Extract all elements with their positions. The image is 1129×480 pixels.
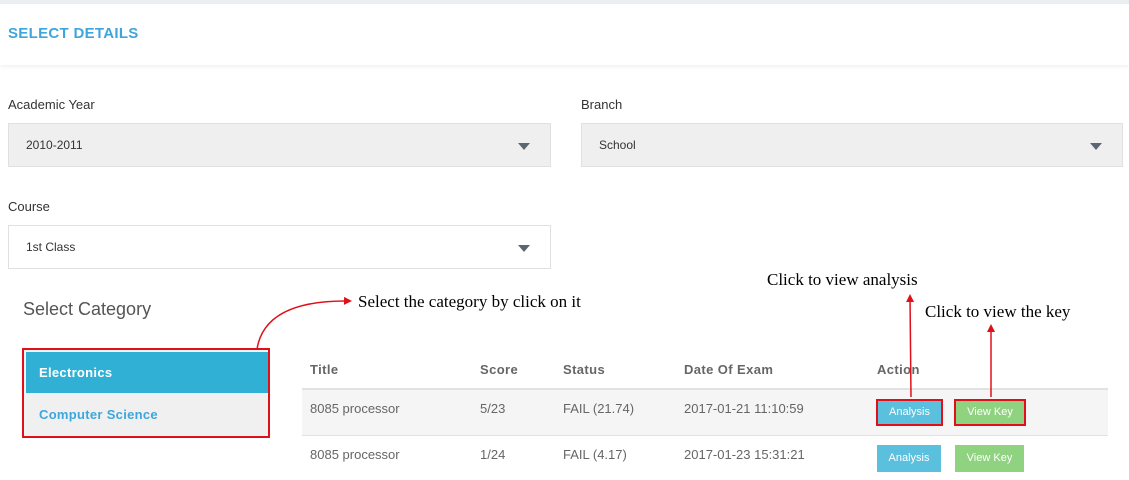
view-key-button[interactable]: View Key (954, 399, 1026, 426)
cell-score: 1/24 (480, 447, 506, 462)
academic-year-value: 2010-2011 (26, 138, 83, 152)
cell-title: 8085 processor (310, 447, 400, 462)
category-list: Electronics Computer Science (22, 348, 270, 438)
category-item-electronics[interactable]: Electronics (26, 352, 268, 393)
category-item-computer-science[interactable]: Computer Science (26, 394, 268, 435)
category-title: Select Category (23, 299, 152, 319)
annotation-key: Click to view the key (925, 302, 1071, 321)
table-row: 8085 processor 1/24 FAIL (4.17) 2017-01-… (302, 435, 1108, 480)
analysis-button[interactable]: Analysis (876, 399, 943, 426)
course-label: Course (8, 199, 50, 214)
column-header-action: Action (877, 362, 920, 377)
cell-score: 5/23 (480, 401, 506, 416)
page-title: SELECT DETAILS (8, 25, 139, 42)
cell-date: 2017-01-23 15:31:21 (684, 447, 805, 462)
annotation-analysis: Click to view analysis (767, 270, 918, 289)
academic-year-label: Academic Year (8, 97, 95, 112)
course-select[interactable]: 1st Class (8, 225, 551, 269)
branch-value: School (599, 138, 636, 152)
column-header-date: Date Of Exam (684, 362, 774, 377)
branch-select[interactable]: School (581, 123, 1123, 167)
arrow-to-analysis-annotation (906, 294, 915, 398)
column-header-score: Score (480, 362, 519, 377)
column-header-title: Title (310, 362, 339, 377)
annotation-category: Select the category by click on it (358, 292, 581, 311)
chevron-down-icon (518, 143, 530, 150)
view-key-button[interactable]: View Key (955, 445, 1024, 472)
page-header: SELECT DETAILS (0, 4, 1129, 65)
chevron-down-icon (1090, 143, 1102, 150)
analysis-button[interactable]: Analysis (877, 445, 941, 472)
chevron-down-icon (518, 245, 530, 252)
arrow-to-category-annotation (256, 296, 352, 350)
cell-title: 8085 processor (310, 401, 400, 416)
column-header-status: Status (563, 362, 606, 377)
cell-status: FAIL (21.74) (563, 401, 635, 416)
branch-label: Branch (581, 97, 623, 112)
cell-status: FAIL (4.17) (563, 447, 627, 462)
course-value: 1st Class (26, 240, 76, 254)
table-row: 8085 processor 5/23 FAIL (21.74) 2017-01… (302, 390, 1108, 435)
cell-date: 2017-01-21 11:10:59 (684, 401, 804, 416)
academic-year-select[interactable]: 2010-2011 (8, 123, 551, 167)
